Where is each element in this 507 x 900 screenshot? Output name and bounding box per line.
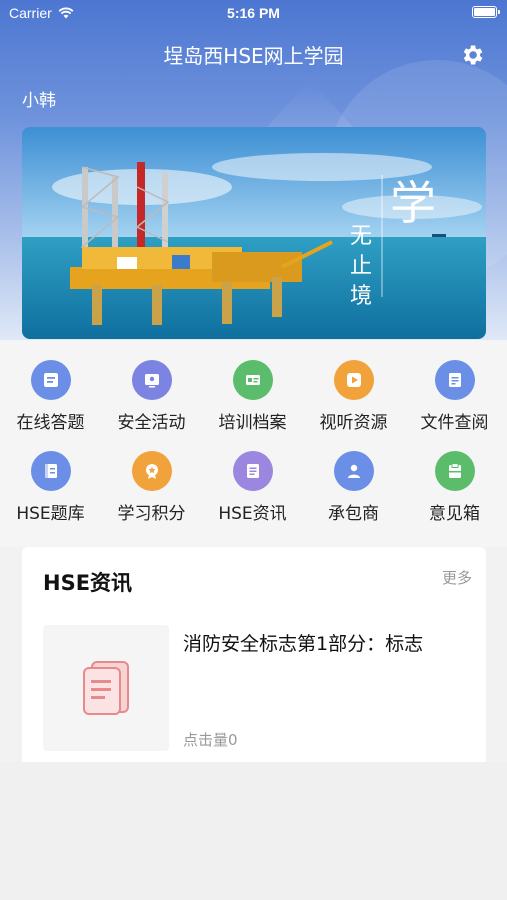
menu-label: 学习积分	[117, 504, 186, 524]
menu-item-training-record[interactable]: 培训档案	[202, 360, 303, 433]
menu-label: 文件查阅	[420, 413, 489, 433]
status-bar: Carrier 5:16 PM	[0, 0, 507, 28]
news-section-title: HSE资讯	[43, 571, 133, 595]
suggestion-box-icon	[434, 451, 475, 491]
menu-item-safety-activity[interactable]: 安全活动	[101, 360, 202, 433]
bottom-empty-area	[0, 762, 507, 900]
menu-item-hse-news[interactable]: HSE资讯	[202, 451, 303, 524]
menu-label: 承包商	[328, 504, 379, 524]
username: 小韩	[22, 91, 56, 111]
menu-item-document[interactable]: 文件查阅	[404, 360, 505, 433]
menu-item-suggestion-box[interactable]: 意见箱	[404, 451, 505, 524]
answer-icon	[30, 360, 71, 400]
menu-label: 视听资源	[319, 413, 388, 433]
question-bank-icon	[30, 451, 71, 491]
hse-news-card: HSE资讯 更多 消防安全标志第1部分：标志 点击量0	[22, 547, 486, 762]
banner-calligraphy-main: 学	[390, 176, 436, 230]
points-icon	[131, 451, 172, 491]
status-time: 5:16 PM	[227, 5, 280, 21]
banner-calligraphy-sub-1: 无	[350, 224, 372, 249]
menu-item-question-bank[interactable]: HSE题库	[0, 451, 101, 524]
news-headline: 消防安全标志第1部分：标志	[183, 633, 424, 655]
safety-activity-icon	[131, 360, 172, 400]
news-more-link[interactable]: 更多	[442, 567, 472, 588]
news-list-item[interactable]: 消防安全标志第1部分：标志 点击量0	[43, 625, 473, 753]
news-icon	[232, 451, 273, 491]
page-title: 埕岛西HSE网上学园	[163, 44, 344, 68]
document-icon	[434, 360, 475, 400]
training-record-icon	[232, 360, 273, 400]
menu-label: 培训档案	[218, 413, 287, 433]
menu-item-study-points[interactable]: 学习积分	[101, 451, 202, 524]
menu-label: 安全活动	[117, 413, 186, 433]
news-click-count: 点击量0	[183, 731, 238, 749]
menu-item-contractor[interactable]: 承包商	[303, 451, 404, 524]
menu-label: HSE资讯	[218, 504, 287, 524]
news-thumbnail	[43, 625, 169, 751]
banner-calligraphy-sub-3: 境	[350, 284, 372, 309]
menu-label: HSE题库	[16, 504, 85, 524]
menu-item-online-quiz[interactable]: 在线答题	[0, 360, 101, 433]
contractor-icon	[333, 451, 374, 491]
banner-calligraphy-sub-2: 止	[350, 254, 372, 279]
menu-item-video-resource[interactable]: 视听资源	[303, 360, 404, 433]
feature-grid: 在线答题 安全活动 培训档案 视听资源 文件查阅 HSE题库 学习积分 HSE资…	[0, 340, 507, 547]
menu-label: 意见箱	[429, 504, 480, 524]
battery-icon	[472, 6, 500, 18]
menu-label: 在线答题	[16, 413, 85, 433]
video-resource-icon	[333, 360, 374, 400]
banner-image[interactable]: 学 无 止 境	[22, 127, 486, 339]
document-placeholder-icon	[83, 661, 129, 715]
gear-icon[interactable]	[459, 42, 485, 68]
